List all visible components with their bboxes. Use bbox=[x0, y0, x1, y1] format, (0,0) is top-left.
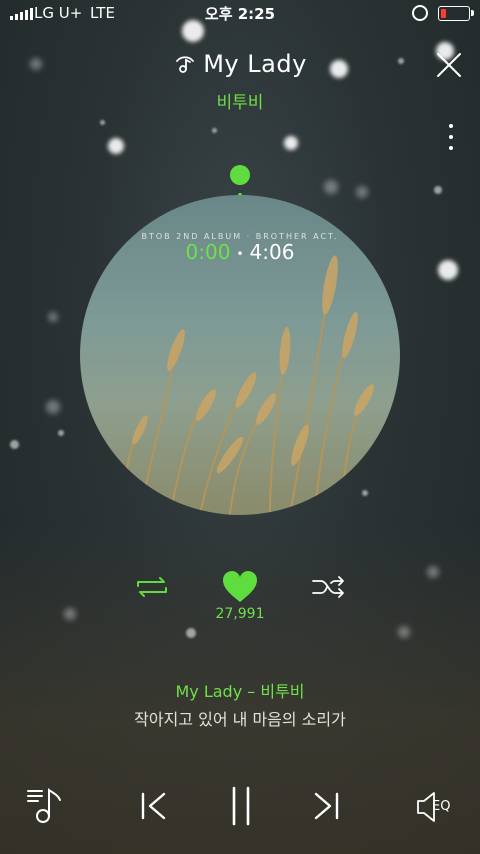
time-separator: • bbox=[236, 246, 244, 261]
bokeh-light bbox=[186, 628, 196, 638]
bokeh-light bbox=[398, 626, 410, 638]
bokeh-light bbox=[434, 186, 442, 194]
next-icon[interactable] bbox=[310, 790, 342, 822]
eq-label: EQ bbox=[432, 799, 451, 814]
shuffle-icon[interactable] bbox=[311, 574, 347, 600]
more-options-icon[interactable] bbox=[448, 124, 454, 150]
music-note-icon bbox=[176, 56, 195, 73]
song-title-row: My Lady bbox=[0, 50, 480, 78]
rotation-lock-icon bbox=[412, 5, 428, 21]
bokeh-light bbox=[46, 400, 60, 414]
close-icon[interactable] bbox=[436, 52, 462, 78]
artist-name[interactable]: 비투비 bbox=[0, 88, 480, 113]
status-bar: LG U+ LTE 오후 2:25 bbox=[0, 0, 480, 28]
bokeh-light bbox=[10, 440, 19, 449]
bokeh-light bbox=[212, 128, 217, 133]
current-time: 0:00 bbox=[185, 240, 231, 264]
lyrics-song-info[interactable]: My Lady – 비투비 bbox=[0, 678, 480, 702]
total-time: 4:06 bbox=[249, 240, 295, 264]
playlist-icon[interactable] bbox=[26, 787, 66, 825]
heart-icon[interactable] bbox=[222, 570, 258, 604]
time-display: 0:00 • 4:06 bbox=[0, 240, 480, 264]
bokeh-light bbox=[284, 136, 298, 150]
bokeh-light bbox=[427, 566, 439, 578]
equalizer-button[interactable]: EQ bbox=[414, 790, 464, 824]
song-title: My Lady bbox=[203, 50, 307, 78]
previous-icon[interactable] bbox=[138, 790, 170, 822]
bokeh-light bbox=[324, 180, 338, 194]
like-count: 27,991 bbox=[215, 606, 265, 622]
progress-knob[interactable] bbox=[230, 165, 250, 185]
bokeh-light bbox=[58, 430, 64, 436]
battery-icon bbox=[438, 6, 474, 21]
bokeh-light bbox=[100, 120, 105, 125]
pause-icon[interactable] bbox=[226, 786, 256, 826]
status-time: 오후 2:25 bbox=[204, 5, 276, 23]
lyrics-current-line[interactable]: 작아지고 있어 내 마음의 소리가 bbox=[0, 706, 480, 730]
bokeh-light bbox=[108, 138, 124, 154]
repeat-icon[interactable] bbox=[134, 574, 170, 600]
bokeh-light bbox=[48, 312, 58, 322]
